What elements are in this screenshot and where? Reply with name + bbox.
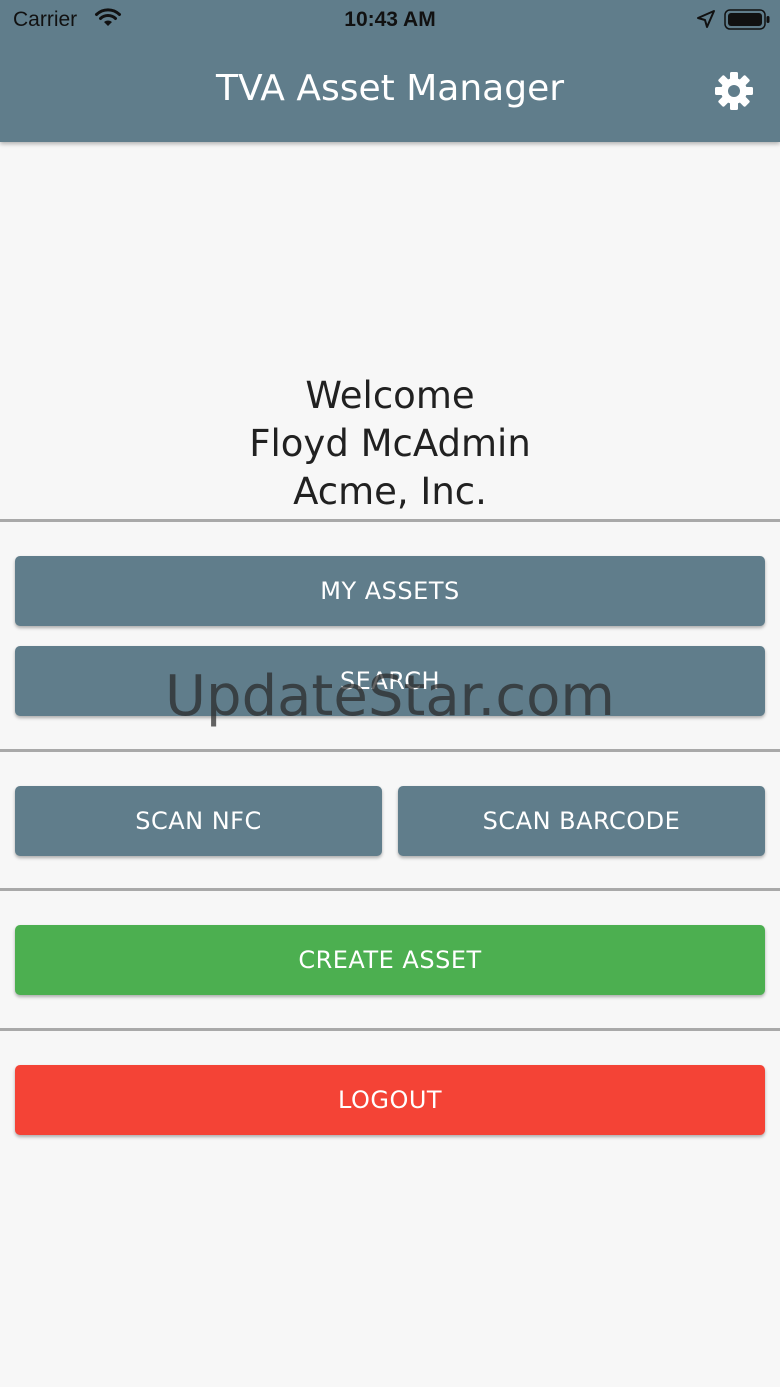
- divider: [0, 888, 780, 891]
- welcome-greeting: Welcome: [305, 374, 475, 417]
- welcome-block: Welcome Floyd McAdmin Acme, Inc.: [0, 372, 780, 516]
- gear-icon[interactable]: [714, 71, 754, 111]
- scan-barcode-button[interactable]: SCAN BARCODE: [398, 786, 765, 856]
- company-name: Acme, Inc.: [293, 470, 487, 513]
- app-title: TVA Asset Manager: [215, 68, 565, 109]
- create-asset-button[interactable]: CREATE ASSET: [15, 925, 765, 995]
- my-assets-button[interactable]: MY ASSETS: [15, 556, 765, 626]
- status-bar: Carrier 10:43 AM: [0, 0, 780, 40]
- scan-nfc-button[interactable]: SCAN NFC: [15, 786, 382, 856]
- app-bar: Carrier 10:43 AM TVA Asset Manager: [0, 0, 780, 142]
- divider: [0, 519, 780, 522]
- divider: [0, 1028, 780, 1031]
- location-arrow-icon: [697, 10, 715, 28]
- divider: [0, 749, 780, 752]
- search-button[interactable]: SEARCH: [15, 646, 765, 716]
- status-time: 10:43 AM: [344, 8, 436, 31]
- battery-icon: [724, 9, 770, 30]
- user-name: Floyd McAdmin: [249, 422, 531, 465]
- logout-button[interactable]: LOGOUT: [15, 1065, 765, 1135]
